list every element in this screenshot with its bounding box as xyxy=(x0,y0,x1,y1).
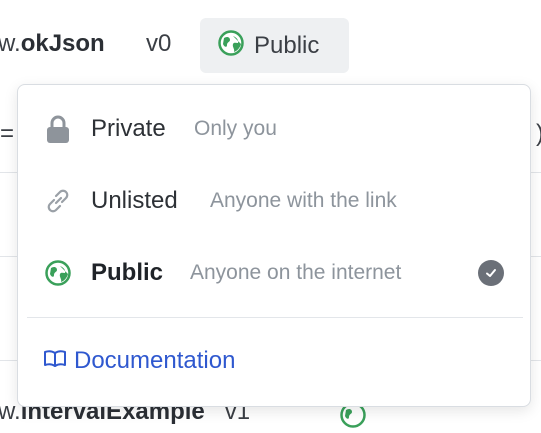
option-description: Anyone with the link xyxy=(210,189,397,212)
book-icon xyxy=(44,347,66,375)
visibility-button-label: Public xyxy=(254,31,320,59)
background-edge-text-right: ) xyxy=(536,120,541,148)
val-name-prefix: w. xyxy=(0,30,21,57)
val-version[interactable]: v0 xyxy=(146,30,171,58)
option-description: Only you xyxy=(194,117,277,140)
check-icon xyxy=(478,260,504,286)
option-title: Private xyxy=(91,115,166,142)
option-private[interactable]: Private Only you xyxy=(18,93,530,165)
option-title: Unlisted xyxy=(91,187,178,214)
globe-icon xyxy=(44,259,72,287)
visibility-button[interactable]: Public xyxy=(200,18,349,73)
val-name-bold: okJson xyxy=(20,30,105,57)
visibility-dropdown: Private Only you Unlisted Anyone with th… xyxy=(17,84,531,407)
option-title: Public xyxy=(91,259,164,286)
option-description: Anyone on the internet xyxy=(190,261,402,284)
option-public[interactable]: Public Anyone on the internet xyxy=(18,237,530,309)
documentation-label: Documentation xyxy=(74,347,236,374)
lock-icon xyxy=(44,115,72,143)
val-header: w.okJson v0 Public xyxy=(0,0,541,92)
val-name[interactable]: w.okJson xyxy=(0,30,105,58)
dropdown-divider xyxy=(27,317,523,318)
globe-icon xyxy=(218,30,244,61)
link-icon xyxy=(44,187,72,215)
documentation-link[interactable]: Documentation xyxy=(44,347,235,375)
background-edge-text-left: = xyxy=(0,120,15,147)
option-unlisted[interactable]: Unlisted Anyone with the link xyxy=(18,165,530,237)
